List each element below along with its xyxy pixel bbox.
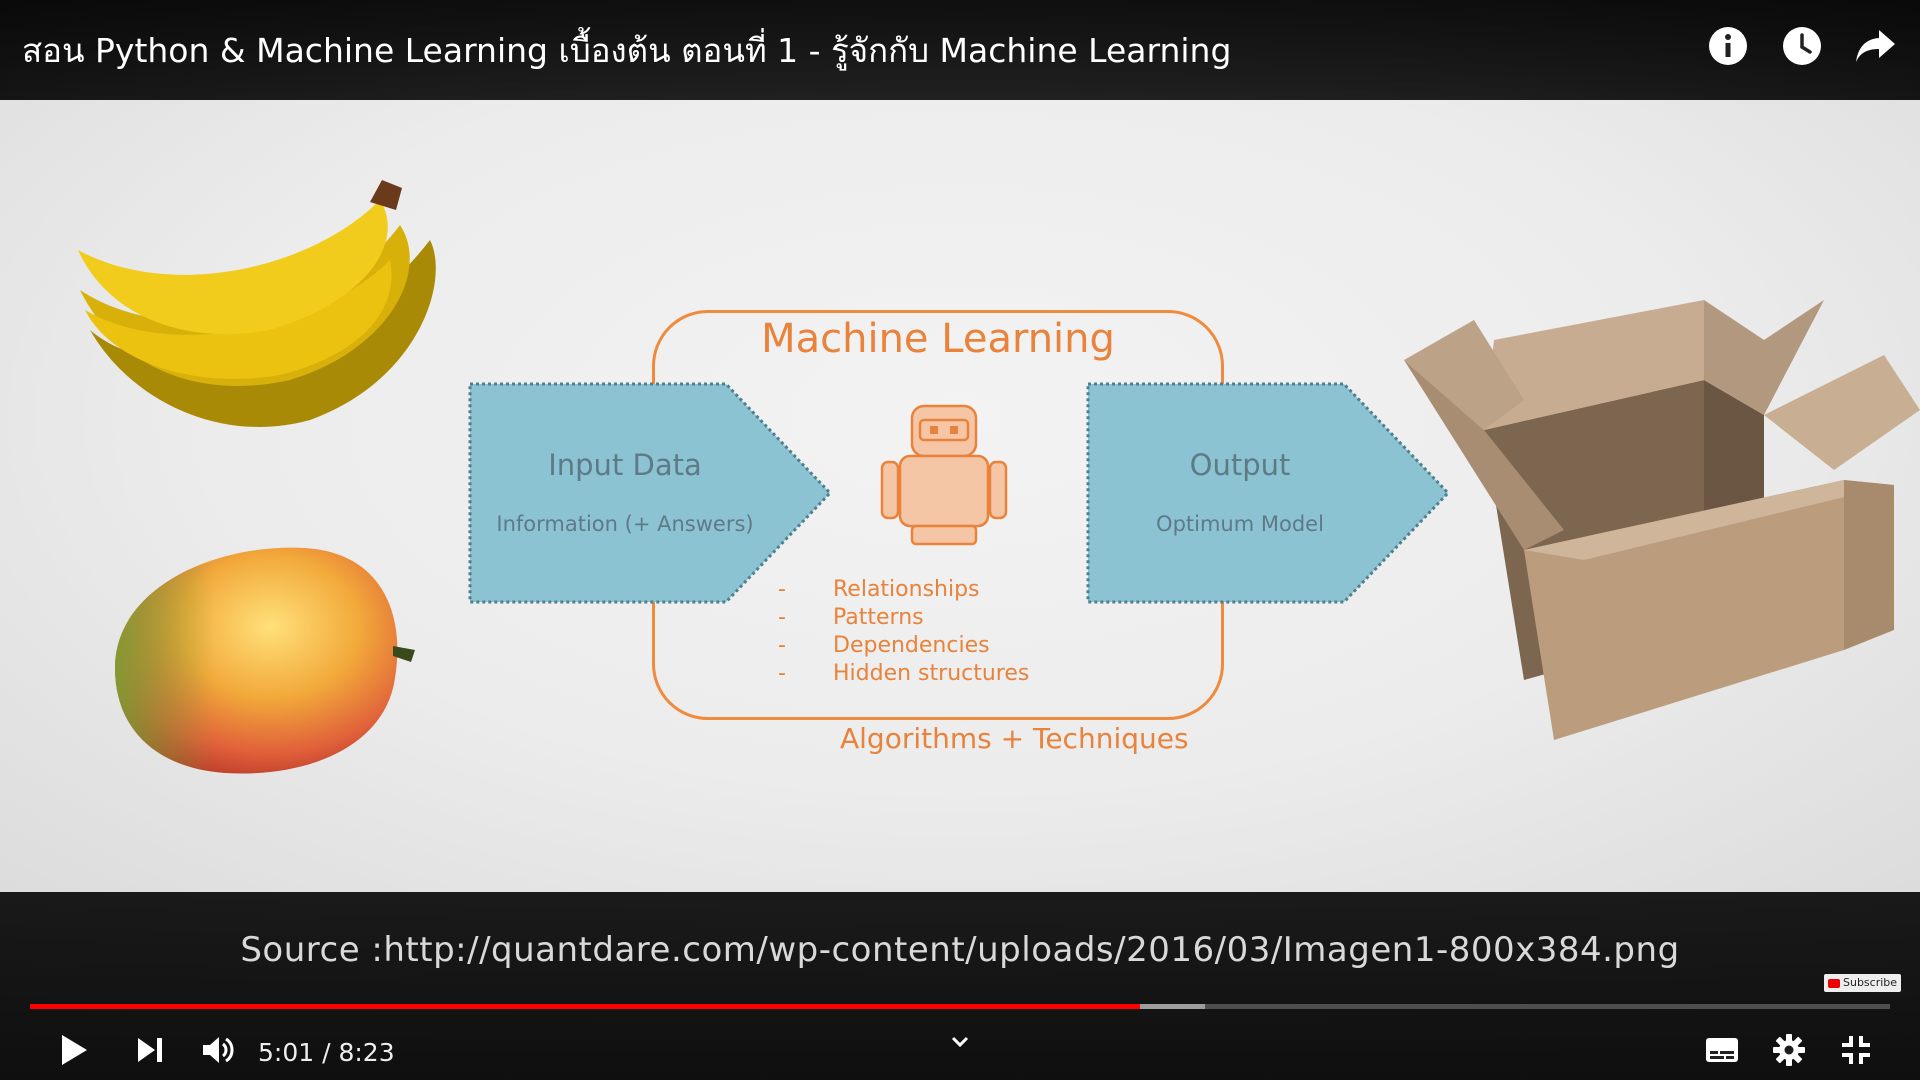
bullet-text: Patterns	[833, 605, 924, 630]
algorithms-caption: Algorithms + Techniques	[840, 722, 1189, 755]
robot-icon	[880, 404, 1008, 546]
input-data-subtitle: Information (+ Answers)	[496, 512, 754, 536]
input-data-arrow	[468, 382, 833, 604]
list-item: - Dependencies	[778, 632, 1029, 660]
next-button[interactable]	[128, 1028, 172, 1072]
time-display: 5:01 / 8:23	[258, 1038, 395, 1067]
machine-learning-title: Machine Learning	[761, 316, 1115, 362]
bullet-text: Relationships	[833, 577, 980, 602]
list-item: - Hidden structures	[778, 660, 1029, 688]
banana-illustration	[78, 180, 436, 427]
output-arrow	[1086, 382, 1451, 604]
bullet-dash: -	[778, 605, 786, 630]
subtitles-button[interactable]	[1700, 1028, 1744, 1072]
settings-gear-icon[interactable]	[1767, 1028, 1811, 1072]
youtube-logo-icon	[1828, 978, 1840, 988]
chevron-down-icon[interactable]	[940, 1020, 980, 1064]
mango-illustration	[115, 547, 415, 774]
watch-later-clock-icon[interactable]	[1780, 24, 1824, 68]
video-title[interactable]: สอน Python & Machine Learning เบื้องต้น …	[22, 24, 1231, 77]
volume-button[interactable]	[196, 1028, 240, 1072]
list-item: - Patterns	[778, 604, 1029, 632]
subscribe-watermark[interactable]: Subscribe	[1824, 974, 1902, 992]
player-controls: 5:01 / 8:23	[0, 1020, 1920, 1080]
bullet-dash: -	[778, 661, 786, 686]
progress-bar[interactable]	[30, 1004, 1890, 1009]
played-bar	[30, 1004, 1141, 1009]
bullet-text: Dependencies	[833, 633, 990, 658]
bullet-dash: -	[778, 633, 786, 658]
source-caption: Source :http://quantdare.com/wp-content/…	[240, 930, 1680, 970]
video-frame: Machine Learning Input Data Information …	[0, 100, 1920, 892]
exit-fullscreen-icon[interactable]	[1834, 1028, 1878, 1072]
play-button[interactable]	[52, 1028, 96, 1072]
subscribe-label: Subscribe	[1843, 976, 1898, 989]
top-actions	[1706, 24, 1898, 68]
list-item: - Relationships	[778, 576, 1029, 604]
ml-bullet-list: - Relationships - Patterns - Dependencies -…	[778, 576, 1029, 688]
output-title: Output	[1189, 448, 1291, 482]
share-icon[interactable]	[1854, 24, 1898, 68]
bullet-text: Hidden structures	[833, 661, 1030, 686]
info-icon[interactable]	[1706, 24, 1750, 68]
video-player[interactable]: Machine Learning Input Data Information …	[0, 0, 1920, 1080]
output-subtitle: Optimum Model	[1156, 512, 1324, 536]
input-data-title: Input Data	[548, 448, 702, 482]
open-box-illustration	[1404, 300, 1920, 740]
bullet-dash: -	[778, 577, 786, 602]
player-top-bar: สอน Python & Machine Learning เบื้องต้น …	[0, 0, 1920, 100]
